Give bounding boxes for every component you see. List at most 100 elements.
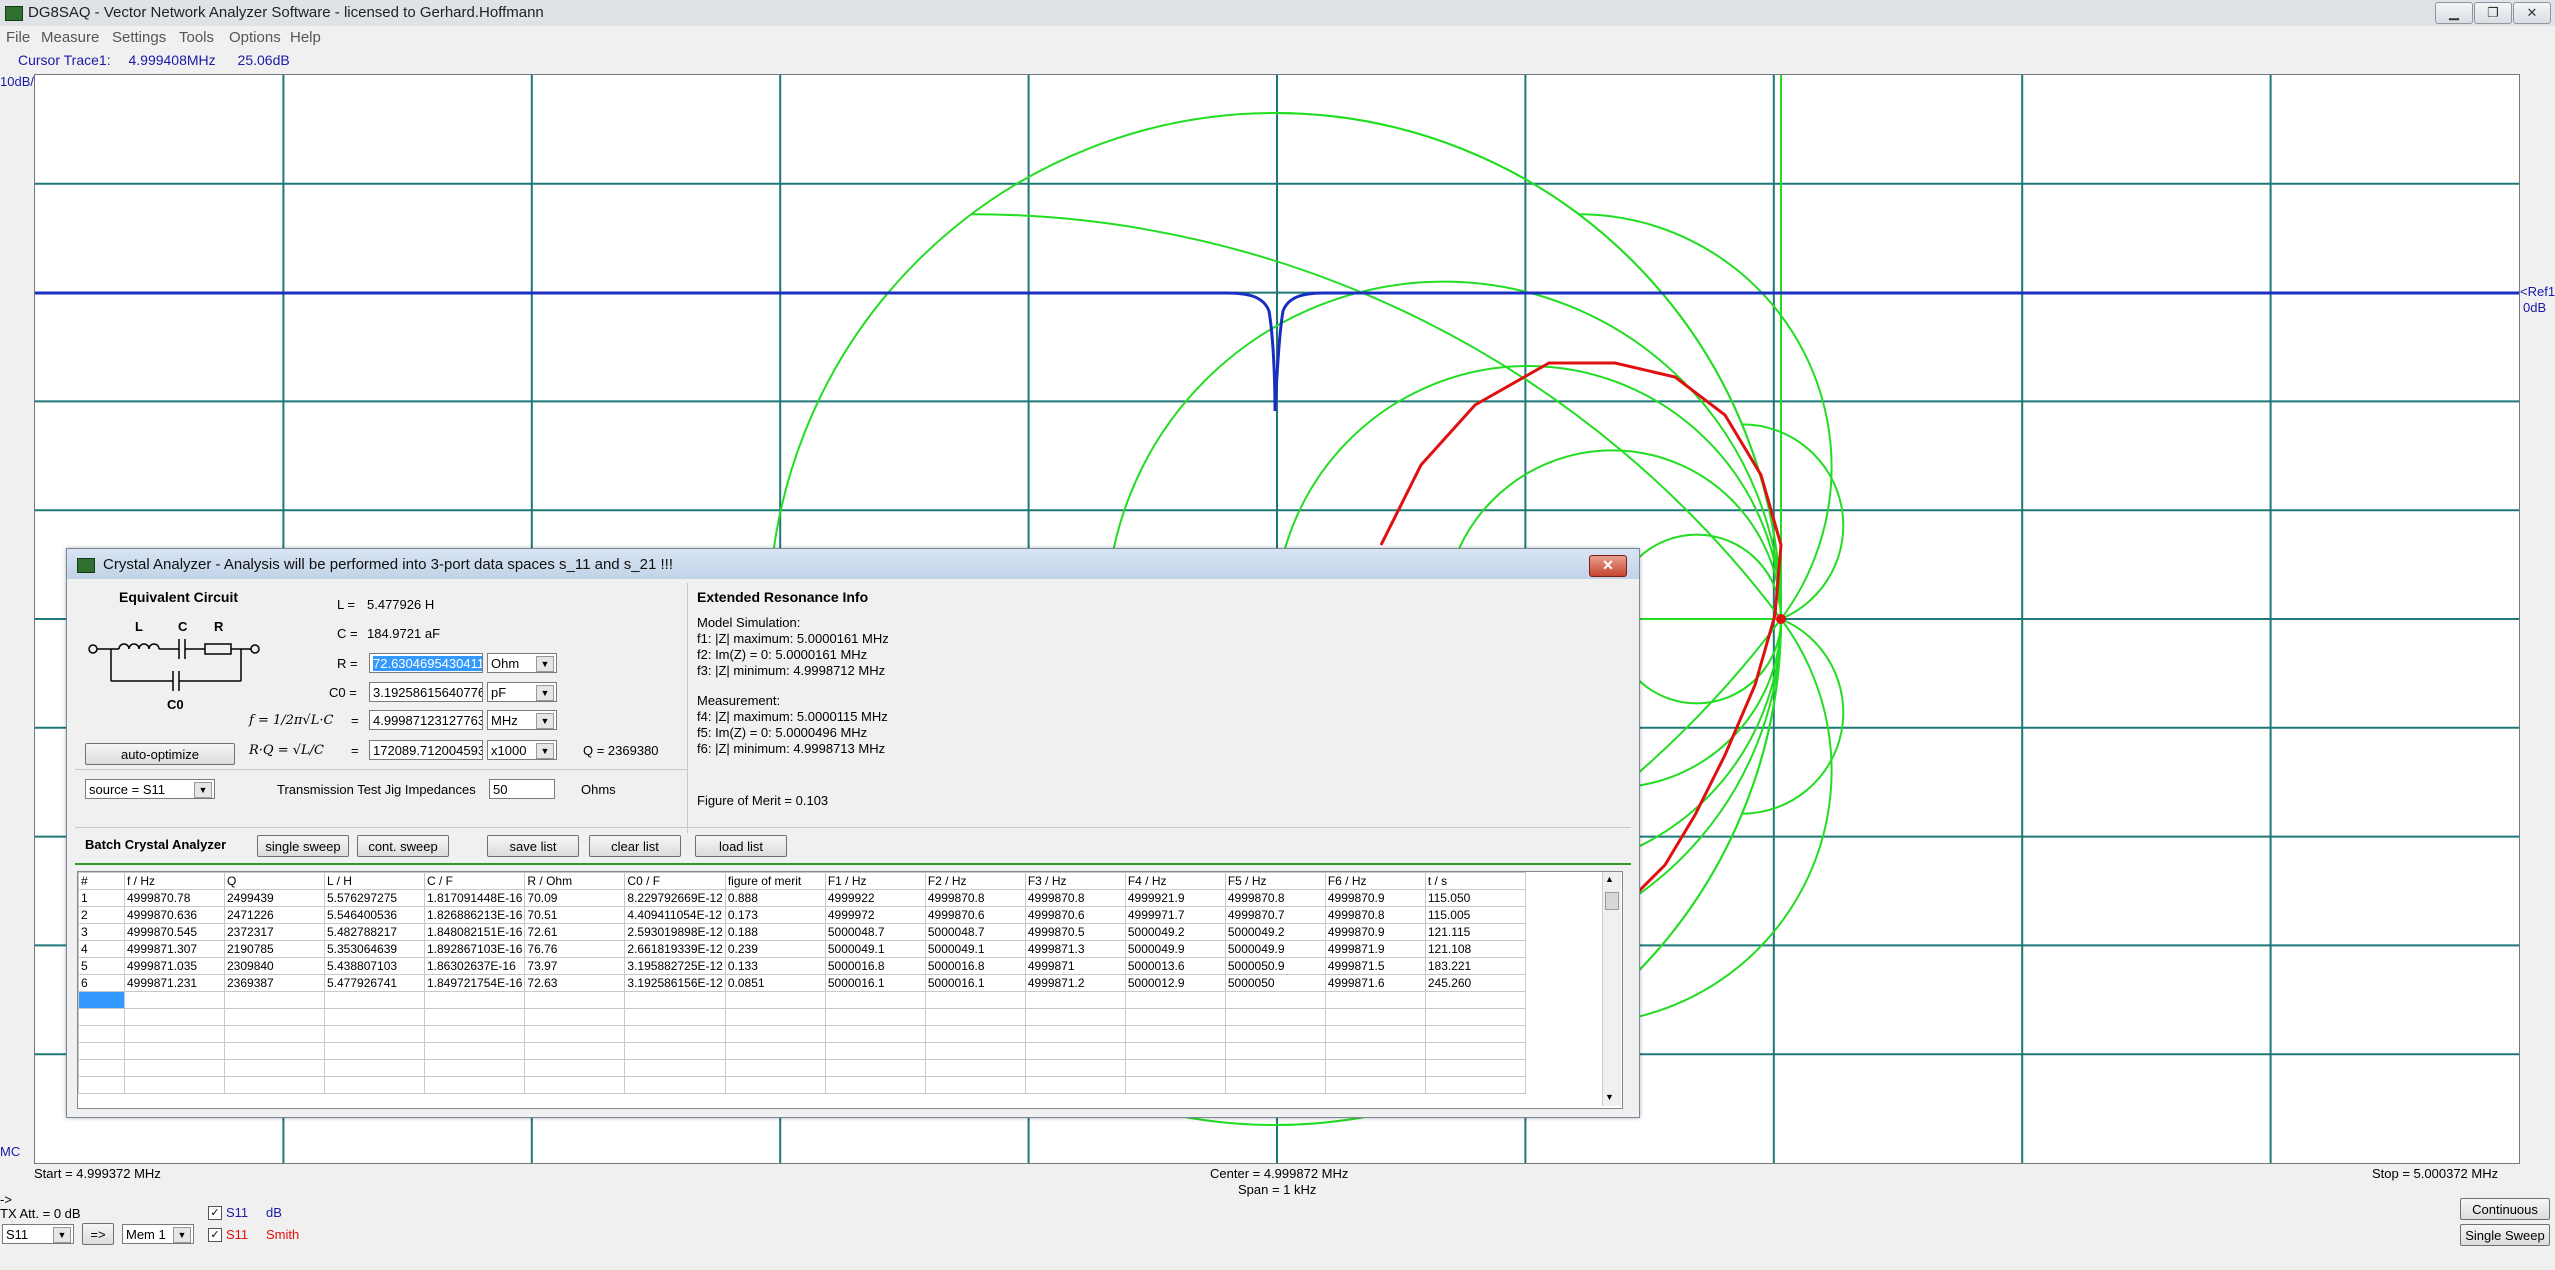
table-cell[interactable]: 2309840: [224, 957, 325, 975]
table-cell[interactable]: 4999871: [1024, 957, 1126, 975]
table-row-empty[interactable]: [78, 1076, 1526, 1094]
table-cell[interactable]: 3.195882725E-12: [624, 957, 726, 975]
table-cell[interactable]: 121.115: [1424, 923, 1526, 941]
clear-list-button[interactable]: clear list: [589, 835, 681, 857]
table-row-empty[interactable]: [78, 991, 1526, 1009]
menu-settings[interactable]: Settings: [112, 29, 166, 46]
menu-file[interactable]: File: [6, 29, 30, 46]
table-cell[interactable]: [924, 1042, 1026, 1060]
table-cell[interactable]: [78, 1008, 125, 1026]
minimize-button[interactable]: ▁: [2435, 2, 2473, 24]
table-cell[interactable]: 3.192586156E-12: [624, 974, 726, 992]
table-cell[interactable]: 5000049.9: [1124, 940, 1226, 958]
table-cell[interactable]: 4999922: [824, 889, 926, 907]
table-cell[interactable]: 5000016.1: [924, 974, 1026, 992]
table-header-cell[interactable]: R / Ohm: [524, 872, 626, 890]
table-cell[interactable]: [524, 991, 626, 1009]
table-cell[interactable]: 1.892867103E-16: [423, 940, 526, 958]
table-row[interactable]: 2 4999870.636 2471226 5.546400536 1.82688621…: [78, 906, 1526, 924]
table-cell[interactable]: [423, 1025, 526, 1043]
menu-tools[interactable]: Tools: [179, 29, 214, 46]
table-cell[interactable]: [1424, 1059, 1526, 1077]
table-cell[interactable]: [324, 1025, 425, 1043]
table-cell[interactable]: 5000050: [1224, 974, 1326, 992]
table-cell[interactable]: [1224, 1025, 1326, 1043]
table-cell[interactable]: 1.817091448E-16: [423, 889, 526, 907]
table-cell[interactable]: [924, 1076, 1026, 1094]
table-cell[interactable]: 4999972: [824, 906, 926, 924]
table-cell[interactable]: 115.050: [1424, 889, 1526, 907]
table-cell[interactable]: [78, 1025, 125, 1043]
single-sweep-main-button[interactable]: Single Sweep: [2460, 1224, 2550, 1246]
table-cell[interactable]: 0.173: [724, 906, 826, 924]
table-cell[interactable]: 4999870.78: [124, 889, 225, 907]
table-cell[interactable]: 5000016.1: [824, 974, 926, 992]
table-cell[interactable]: [1124, 991, 1226, 1009]
table-cell[interactable]: [224, 991, 325, 1009]
table-cell[interactable]: [1324, 1076, 1426, 1094]
table-cell[interactable]: 4999871.2: [1024, 974, 1126, 992]
close-button[interactable]: ✕: [2513, 2, 2551, 24]
table-cell[interactable]: [624, 1042, 726, 1060]
table-cell[interactable]: 6: [78, 974, 125, 992]
table-cell[interactable]: 2499439: [224, 889, 325, 907]
table-cell[interactable]: [78, 991, 125, 1009]
table-cell[interactable]: 1.826886213E-16: [423, 906, 526, 924]
table-cell[interactable]: [524, 1025, 626, 1043]
table-cell[interactable]: 2471226: [224, 906, 325, 924]
table-cell[interactable]: 5: [78, 957, 125, 975]
table-cell[interactable]: 76.76: [524, 940, 626, 958]
table-cell[interactable]: [1424, 1008, 1526, 1026]
table-cell[interactable]: [1024, 991, 1126, 1009]
table-cell[interactable]: 3: [78, 923, 125, 941]
table-cell[interactable]: 4999871.231: [124, 974, 225, 992]
table-cell[interactable]: 1.86302637E-16: [423, 957, 526, 975]
table-cell[interactable]: [1324, 1025, 1426, 1043]
table-cell[interactable]: 4999871.6: [1324, 974, 1426, 992]
table-cell[interactable]: [1324, 1008, 1426, 1026]
table-cell[interactable]: 4999870.9: [1324, 889, 1426, 907]
table-cell[interactable]: [124, 1059, 225, 1077]
scroll-up-arrow-icon[interactable]: ▲: [1605, 874, 1614, 884]
table-cell[interactable]: [1024, 1025, 1126, 1043]
table-cell[interactable]: 0.239: [724, 940, 826, 958]
table-cell[interactable]: [1224, 1042, 1326, 1060]
table-cell[interactable]: [1324, 1042, 1426, 1060]
table-cell[interactable]: 1.848082151E-16: [423, 923, 526, 941]
table-row-empty[interactable]: [78, 1059, 1526, 1077]
table-cell[interactable]: 5.576297275: [324, 889, 425, 907]
table-cell[interactable]: [324, 1008, 425, 1026]
cont-sweep-button[interactable]: cont. sweep: [357, 835, 449, 857]
table-cell[interactable]: 72.61: [524, 923, 626, 941]
maximize-button[interactable]: ❐: [2474, 2, 2512, 24]
table-cell[interactable]: 5000050.9: [1224, 957, 1326, 975]
save-list-button[interactable]: save list: [487, 835, 579, 857]
c0-value-field[interactable]: 3.19258615640776: [369, 682, 483, 702]
table-cell[interactable]: [1424, 991, 1526, 1009]
table-cell[interactable]: 1.849721754E-16: [423, 974, 526, 992]
table-cell[interactable]: [624, 1059, 726, 1077]
table-cell[interactable]: 4999971.7: [1124, 906, 1226, 924]
table-cell[interactable]: 1: [78, 889, 125, 907]
table-cell[interactable]: [524, 1076, 626, 1094]
table-row-empty[interactable]: [78, 1042, 1526, 1060]
scroll-down-arrow-icon[interactable]: ▼: [1605, 1092, 1614, 1102]
table-cell[interactable]: 5.353064639: [324, 940, 425, 958]
table-row[interactable]: 6 4999871.231 2369387 5.477926741 1.84972175…: [78, 974, 1526, 992]
table-cell[interactable]: [423, 991, 526, 1009]
table-cell[interactable]: [1024, 1076, 1126, 1094]
table-cell[interactable]: [624, 991, 726, 1009]
table-cell[interactable]: 4999870.8: [1324, 906, 1426, 924]
table-cell[interactable]: 5000049.1: [824, 940, 926, 958]
source-select[interactable]: source = S11 ▼: [85, 779, 215, 799]
table-cell[interactable]: 0.888: [724, 889, 826, 907]
table-header-cell[interactable]: F6 / Hz: [1324, 872, 1426, 890]
table-cell[interactable]: [1224, 991, 1326, 1009]
table-header-cell[interactable]: #: [78, 872, 125, 890]
table-cell[interactable]: 72.63: [524, 974, 626, 992]
table-header-cell[interactable]: figure of merit: [724, 872, 826, 890]
table-cell[interactable]: [224, 1076, 325, 1094]
s-param-select[interactable]: S11 ▼: [2, 1224, 74, 1244]
table-cell[interactable]: [724, 1059, 826, 1077]
table-cell[interactable]: [724, 1076, 826, 1094]
